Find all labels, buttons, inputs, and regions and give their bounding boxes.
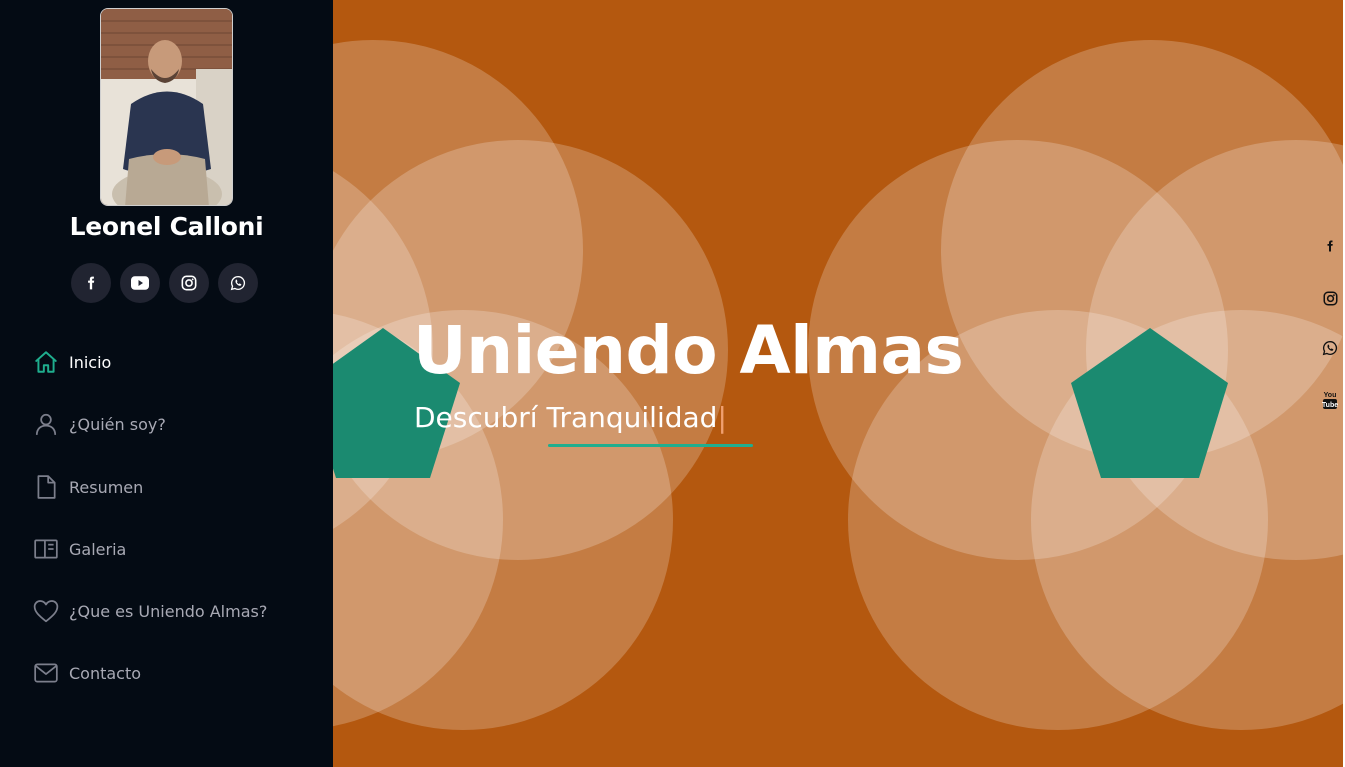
person-icon [33,411,59,437]
hero-subtitle-text: Descubrí Tranquilidad [414,401,718,434]
svg-text:You: You [1324,392,1337,399]
hero-section: Uniendo Almas Descubrí Tranquilidad| [333,0,1343,767]
floating-instagram-link[interactable] [1318,286,1342,310]
facebook-icon [1327,240,1333,252]
nav-item-que-es-uniendo-almas[interactable]: ¿Que es Uniendo Almas? [33,591,313,631]
instagram-link[interactable] [169,263,209,303]
file-icon [33,474,59,500]
instagram-icon [181,275,197,291]
envelope-icon [33,660,59,686]
whatsapp-link[interactable] [218,263,258,303]
youtube-icon: You Tube [1322,392,1338,409]
nav-item-label: ¿Que es Uniendo Almas? [69,601,268,621]
nav-item-resumen[interactable]: Resumen [33,467,313,507]
hero-subtitle-underline [548,444,753,447]
nav-item-label: Inicio [69,352,112,372]
sidebar: Leonel Calloni Inicio ¿Quién soy? Resume… [0,0,333,767]
gallery-icon [33,536,59,562]
nav-item-label: Resumen [69,477,144,497]
nav-item-quien-soy[interactable]: ¿Quién soy? [33,404,313,444]
youtube-link[interactable] [120,263,160,303]
profile-photo-image [101,9,232,205]
floating-youtube-link[interactable]: You Tube [1318,388,1342,412]
hero-title: Uniendo Almas [413,312,964,389]
svg-text:Tube: Tube [1322,402,1338,409]
nav-item-inicio[interactable]: Inicio [33,342,313,382]
nav-item-galeria[interactable]: Galeria [33,529,313,569]
heart-icon [33,598,59,624]
nav-item-label: Contacto [69,663,142,683]
instagram-icon [1323,291,1337,305]
nav-item-label: ¿Quién soy? [69,414,166,434]
nav-item-contacto[interactable]: Contacto [33,653,313,693]
whatsapp-icon [230,275,246,291]
nav-item-label: Galeria [69,539,127,559]
home-icon [33,349,59,375]
profile-photo[interactable] [100,8,233,206]
youtube-icon [131,276,149,290]
facebook-icon [88,276,95,290]
profile-name: Leonel Calloni [69,212,264,241]
whatsapp-icon [1322,340,1338,356]
floating-whatsapp-link[interactable] [1318,336,1342,360]
typing-cursor: | [717,401,727,434]
hero-subtitle: Descubrí Tranquilidad| [414,401,727,434]
floating-facebook-link[interactable] [1318,234,1342,258]
sidebar-social-links [71,263,261,303]
facebook-link[interactable] [71,263,111,303]
